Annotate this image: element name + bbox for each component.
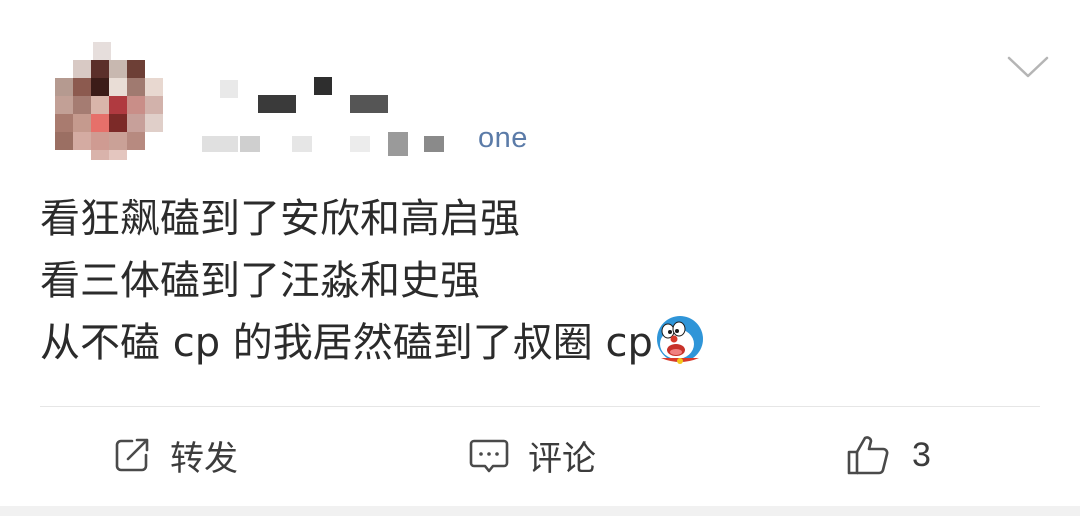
avatar[interactable]: [55, 42, 167, 160]
comment-button[interactable]: 评论: [468, 430, 596, 480]
post-line: 从不磕 cp 的我居然磕到了叔圈 cp: [40, 312, 1040, 374]
repost-icon: [115, 438, 149, 472]
doraemon-emoji-icon: [656, 316, 703, 364]
like-icon: [847, 436, 889, 475]
divider: [40, 406, 1040, 407]
comment-icon: [469, 439, 509, 473]
chevron-down-icon[interactable]: [1006, 54, 1050, 80]
repost-label: 转发: [170, 438, 238, 479]
post-content: 看狂飙磕到了安欣和高启强 看三体磕到了汪淼和史强 从不磕 cp 的我居然磕到了叔…: [40, 188, 1040, 374]
post-line: 看狂飙磕到了安欣和高启强: [40, 196, 520, 242]
post-line: 看三体磕到了汪淼和史强: [40, 258, 480, 304]
comment-label: 评论: [528, 438, 596, 479]
post-meta-redacted: [200, 128, 470, 158]
like-count: 3: [912, 435, 931, 474]
feed-separator: [0, 506, 1080, 516]
post-card: one 看狂飙磕到了安欣和高启强 看三体磕到了汪淼和史强 从不磕 cp 的我居然…: [0, 0, 1080, 506]
post-line-text: 从不磕 cp 的我居然磕到了叔圈 cp: [40, 320, 653, 366]
username-redacted[interactable]: [220, 75, 400, 120]
like-button[interactable]: 3: [846, 430, 931, 480]
device-source: one: [478, 122, 528, 154]
repost-button[interactable]: 转发: [112, 430, 238, 480]
